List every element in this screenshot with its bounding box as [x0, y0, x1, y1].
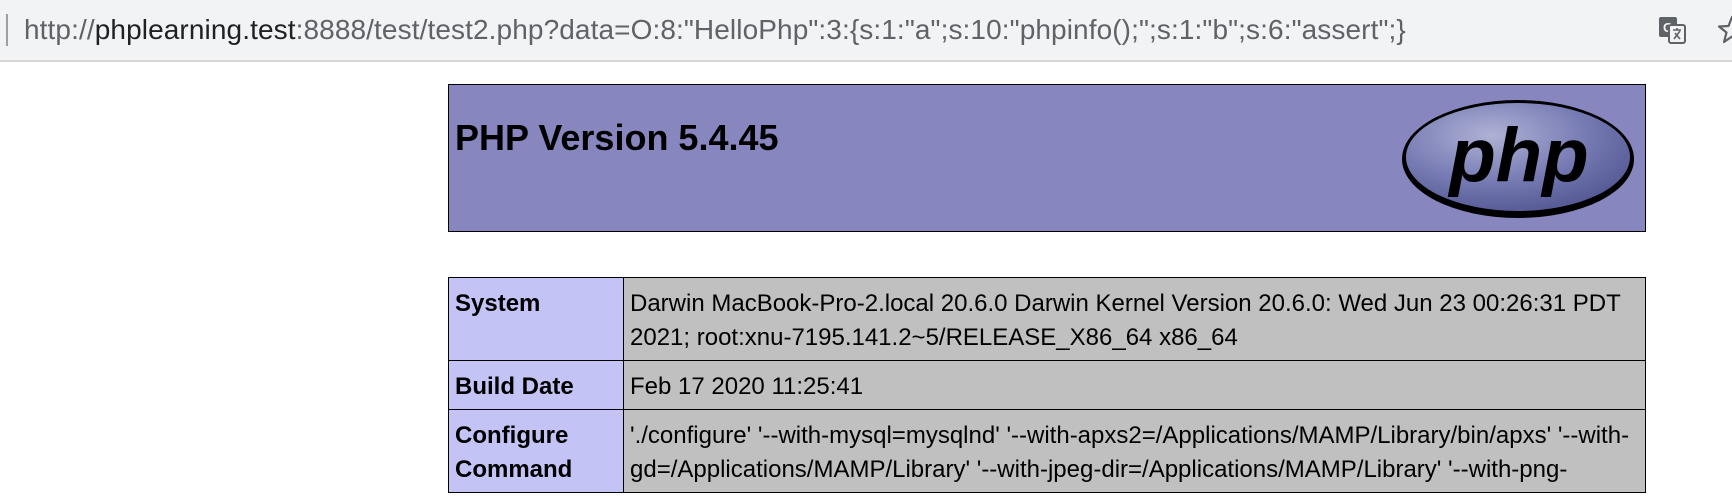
translate-icon[interactable]: G [1656, 14, 1688, 46]
table-row: Configure Command './configure' '--with-… [448, 409, 1646, 493]
url-prefix: http:// [24, 14, 95, 45]
bookmark-star-icon[interactable] [1716, 14, 1732, 46]
php-logo-text: php [1447, 113, 1588, 198]
table-row: System Darwin MacBook-Pro-2.local 20.6.0… [448, 277, 1646, 361]
php-version-title: PHP Version 5.4.45 [455, 117, 779, 158]
row-key: System [448, 277, 624, 361]
row-value: './configure' '--with-mysql=mysqlnd' '--… [623, 409, 1646, 493]
browser-address-bar[interactable]: http://phplearning.test:8888/test/test2.… [0, 0, 1732, 62]
php-version-header: PHP Version 5.4.45 php [448, 84, 1646, 232]
url-text[interactable]: http://phplearning.test:8888/test/test2.… [24, 12, 1406, 48]
row-value: Darwin MacBook-Pro-2.local 20.6.0 Darwin… [623, 277, 1646, 361]
table-row: Build Date Feb 17 2020 11:25:41 [448, 360, 1646, 410]
row-value: Feb 17 2020 11:25:41 [623, 360, 1646, 410]
php-logo[interactable]: php [1399, 97, 1637, 221]
url-path: :8888/test/test2.php?data=O:8:"HelloPhp"… [295, 14, 1406, 45]
url-host: phplearning.test [94, 14, 296, 45]
row-key: Build Date [448, 360, 624, 410]
address-bar-edge [6, 14, 8, 46]
php-info-table: System Darwin MacBook-Pro-2.local 20.6.0… [448, 277, 1646, 493]
row-key: Configure Command [448, 409, 624, 493]
